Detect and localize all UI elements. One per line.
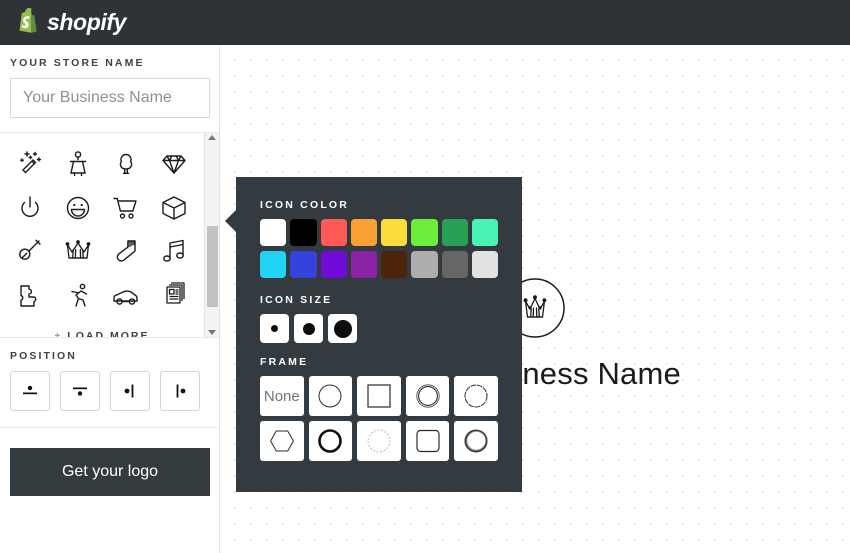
cta-block: Get your logo xyxy=(0,428,219,516)
frame-square-button[interactable] xyxy=(357,376,401,416)
frame-circle-brush-button[interactable] xyxy=(454,421,498,461)
position-right-button[interactable] xyxy=(160,371,200,411)
icon-size-large-button[interactable] xyxy=(328,314,357,343)
icon-color-row-1 xyxy=(260,219,498,246)
color-swatch-violet[interactable] xyxy=(320,251,347,278)
load-more-button[interactable]: + LOAD MORE xyxy=(0,315,204,337)
icon-size-small-button[interactable] xyxy=(260,314,289,343)
icon-option-cube-icon[interactable] xyxy=(150,189,198,227)
shopify-brand[interactable]: shopify xyxy=(16,6,126,39)
size-dot-medium-icon xyxy=(302,322,315,335)
color-swatch-red[interactable] xyxy=(320,219,347,246)
frame-circle-dotted-button[interactable] xyxy=(357,421,401,461)
top-bar: shopify xyxy=(0,0,850,45)
position-left-button[interactable] xyxy=(110,371,150,411)
app-body: YOUR STORE NAME Your Business Name + LOA… xyxy=(0,45,850,553)
sidebar: YOUR STORE NAME Your Business Name + LOA… xyxy=(0,45,220,553)
frame-options-row-2 xyxy=(260,421,498,461)
color-swatch-gray[interactable] xyxy=(411,251,438,278)
icon-size-medium-button[interactable] xyxy=(294,314,323,343)
size-dot-large-icon xyxy=(333,319,352,338)
frame-rounded-square-button[interactable] xyxy=(405,421,450,461)
store-name-block: YOUR STORE NAME xyxy=(0,45,219,132)
frame-hexagon-button[interactable] xyxy=(260,421,304,461)
icon-option-crown-icon[interactable] xyxy=(54,233,102,271)
position-options xyxy=(10,371,209,411)
plus-icon: + xyxy=(54,331,63,337)
icon-option-car-icon[interactable] xyxy=(102,277,150,315)
color-swatch-light-gray[interactable] xyxy=(471,251,498,278)
frame-circle-sketch-button[interactable] xyxy=(454,376,498,416)
icon-option-shopping-cart-icon[interactable] xyxy=(102,189,150,227)
frame-circle-double-button[interactable] xyxy=(405,376,450,416)
brand-wordmark: shopify xyxy=(47,9,126,35)
position-label: POSITION xyxy=(10,350,77,362)
icon-option-tree-icon[interactable] xyxy=(102,145,150,183)
icon-option-running-person-icon[interactable] xyxy=(54,277,102,315)
icon-color-row-2 xyxy=(260,251,498,278)
frame-none-label: None xyxy=(263,387,300,405)
icon-scroll-area: + LOAD MORE xyxy=(0,133,204,337)
color-swatch-brown[interactable] xyxy=(381,251,408,278)
frame-circle-thick-button[interactable] xyxy=(308,421,353,461)
icon-option-magic-wand-icon[interactable] xyxy=(6,145,54,183)
color-swatch-mint[interactable] xyxy=(471,219,498,246)
store-name-input[interactable] xyxy=(10,78,210,118)
icon-option-music-note-icon[interactable] xyxy=(150,233,198,271)
color-swatch-lime[interactable] xyxy=(411,219,438,246)
get-your-logo-button[interactable]: Get your logo xyxy=(10,448,210,496)
color-swatch-dark-gray[interactable] xyxy=(441,251,468,278)
icon-size-options xyxy=(260,314,498,343)
scrollbar-track[interactable] xyxy=(207,147,218,323)
color-swatch-white[interactable] xyxy=(260,219,287,246)
icon-option-shovel-icon[interactable] xyxy=(6,233,54,271)
position-top-button[interactable] xyxy=(10,371,50,411)
scroll-down-arrow-icon[interactable] xyxy=(208,330,216,335)
icon-option-puzzle-piece-icon[interactable] xyxy=(6,277,54,315)
load-more-label: LOAD MORE xyxy=(67,330,150,337)
frame-none-button[interactable]: None xyxy=(260,376,304,416)
icon-option-sock-icon[interactable] xyxy=(102,233,150,271)
color-swatch-purple[interactable] xyxy=(350,251,377,278)
scroll-up-arrow-icon[interactable] xyxy=(208,135,216,140)
icon-settings-panel: ICON COLOR ICON SIZE FRAME None xyxy=(225,177,522,492)
color-swatch-blue[interactable] xyxy=(290,251,317,278)
position-bottom-button[interactable] xyxy=(60,371,100,411)
icon-option-woman-icon[interactable] xyxy=(54,145,102,183)
icon-option-newspaper-stack-icon[interactable] xyxy=(150,277,198,315)
frame-options-row-1: None xyxy=(260,376,498,416)
color-swatch-green[interactable] xyxy=(441,219,468,246)
position-block: POSITION xyxy=(0,338,219,428)
frame-label: FRAME xyxy=(260,356,309,368)
icon-option-power-icon[interactable] xyxy=(6,189,54,227)
logo-maker-app: shopify YOUR STORE NAME Your Business Na… xyxy=(0,0,850,553)
color-swatch-orange[interactable] xyxy=(350,219,377,246)
store-name-label: YOUR STORE NAME xyxy=(10,57,145,69)
icon-option-smiley-face-icon[interactable] xyxy=(54,189,102,227)
shopify-bag-icon xyxy=(16,6,40,39)
icon-size-label: ICON SIZE xyxy=(260,294,333,306)
size-dot-small-icon xyxy=(271,325,278,332)
icon-grid xyxy=(0,141,204,315)
color-swatch-black[interactable] xyxy=(290,219,317,246)
color-swatch-yellow[interactable] xyxy=(381,219,408,246)
icon-picker: + LOAD MORE xyxy=(0,132,219,338)
icon-color-label: ICON COLOR xyxy=(260,199,350,211)
scrollbar-thumb[interactable] xyxy=(207,226,218,308)
panel-pointer-icon xyxy=(225,210,236,232)
icon-list-scrollbar[interactable] xyxy=(204,133,219,337)
color-swatch-cyan[interactable] xyxy=(260,251,287,278)
icon-option-diamond-icon[interactable] xyxy=(150,145,198,183)
frame-circle-thin-button[interactable] xyxy=(308,376,353,416)
